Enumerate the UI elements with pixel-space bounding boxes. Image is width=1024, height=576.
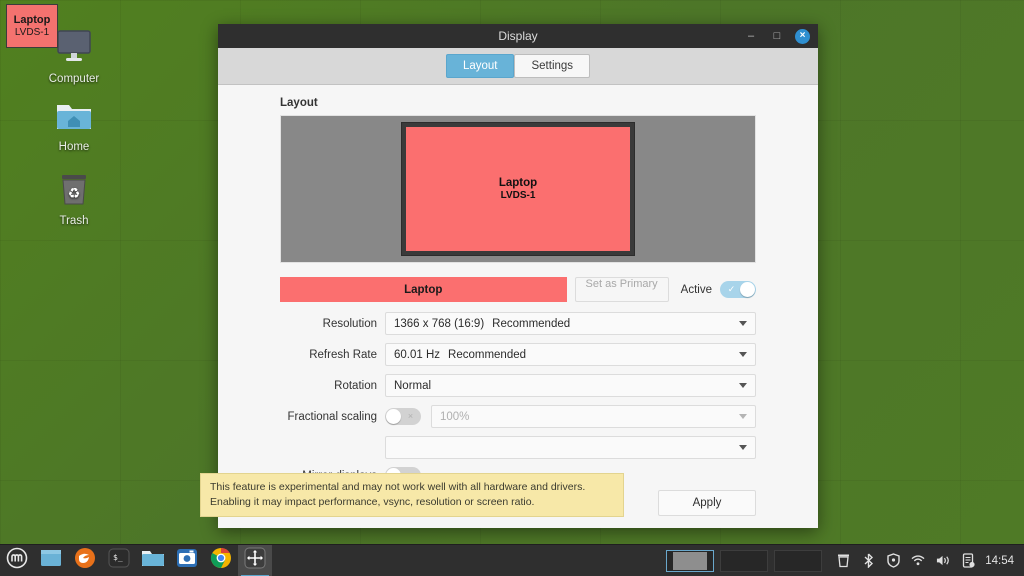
minimize-button[interactable]: –	[743, 28, 759, 44]
rotation-row: Rotation Normal	[280, 374, 756, 397]
rotation-label: Rotation	[280, 380, 385, 392]
workspace-switcher	[666, 550, 822, 572]
toggle-knob	[740, 282, 755, 297]
resolution-suffix: Recommended	[492, 318, 570, 330]
screenshot-icon	[176, 547, 198, 574]
obscured-field-select[interactable]	[385, 436, 756, 459]
toggle-knob	[386, 409, 401, 424]
resolution-row: Resolution 1366 x 768 (16:9) Recommended	[280, 312, 756, 335]
set-as-primary-button[interactable]: Set as Primary	[575, 277, 669, 302]
rotation-select[interactable]: Normal	[385, 374, 756, 397]
display-identifier-id: LVDS-1	[15, 27, 49, 39]
files-icon	[141, 548, 165, 573]
launcher-firefox[interactable]	[68, 545, 102, 576]
tab-settings[interactable]: Settings	[514, 54, 590, 78]
display-identifier-overlay: Laptop LVDS-1	[6, 4, 58, 48]
tooltip: This feature is experimental and may not…	[200, 473, 624, 517]
fractional-scaling-label: Fractional scaling	[280, 411, 385, 423]
refresh-rate-select[interactable]: 60.01 Hz Recommended	[385, 343, 756, 366]
chevron-down-icon	[739, 383, 747, 388]
monitor-name-bar[interactable]: Laptop	[280, 277, 567, 302]
wifi-icon[interactable]	[911, 553, 925, 568]
clock[interactable]: 14:54	[985, 555, 1024, 567]
monitor-header-row: Laptop Set as Primary Active ✓	[280, 277, 756, 302]
display-identifier-name: Laptop	[14, 14, 51, 27]
refresh-rate-value: 60.01 Hz	[394, 349, 440, 361]
obscured-field-row	[280, 436, 756, 459]
monitor-preview-name: Laptop	[499, 176, 537, 190]
launcher-window-list[interactable]	[34, 545, 68, 576]
tab-bar: Layout Settings	[218, 48, 818, 85]
apply-button[interactable]: Apply	[658, 490, 756, 516]
shield-icon[interactable]	[886, 553, 900, 568]
workspace-3[interactable]	[774, 550, 822, 572]
mint-menu-button[interactable]	[0, 547, 34, 574]
desktop-icon-label: Home	[28, 141, 120, 153]
active-label: Active	[681, 284, 712, 296]
workspace-1[interactable]	[666, 550, 714, 572]
desktop-icon-label: Computer	[28, 73, 120, 85]
firefox-icon	[74, 547, 96, 574]
resolution-label: Resolution	[280, 318, 385, 330]
chevron-down-icon	[739, 414, 747, 419]
launcher-terminal[interactable]: $_	[102, 545, 136, 576]
active-toggle[interactable]: ✓	[720, 281, 756, 298]
update-manager-icon[interactable]	[961, 553, 975, 568]
display-settings-window: Display – □ × Layout Settings Layout Lap…	[218, 24, 818, 528]
fractional-scaling-toggle[interactable]: ×	[385, 408, 421, 425]
fractional-scaling-select[interactable]: 100%	[431, 405, 756, 428]
trash-icon: ♻	[28, 168, 120, 212]
launcher-files[interactable]	[136, 545, 170, 576]
rotation-value: Normal	[394, 380, 431, 392]
monitor-preview-laptop[interactable]: Laptop LVDS-1	[402, 123, 634, 255]
chrome-icon	[210, 547, 232, 574]
refresh-rate-row: Refresh Rate 60.01 Hz Recommended	[280, 343, 756, 366]
mint-menu-icon	[6, 547, 28, 574]
bluetooth-icon[interactable]	[861, 553, 875, 568]
launcher-screenshot[interactable]	[170, 545, 204, 576]
window-list-icon	[40, 549, 62, 572]
monitor-controls: Laptop Set as Primary Active ✓ Resolutio…	[280, 277, 756, 484]
desktop-icon-home[interactable]: Home	[28, 94, 120, 153]
window-title: Display	[218, 29, 818, 43]
launcher-chrome[interactable]	[204, 545, 238, 576]
taskbar: $_	[0, 544, 1024, 576]
home-folder-icon	[28, 94, 120, 138]
page-title: Layout	[280, 97, 818, 109]
resolution-value: 1366 x 768 (16:9)	[394, 318, 484, 330]
desktop-icon-trash[interactable]: ♻ Trash	[28, 168, 120, 227]
terminal-icon: $_	[108, 547, 130, 574]
check-icon: ✓	[722, 281, 741, 298]
system-tray	[822, 553, 985, 568]
fractional-scaling-row: Fractional scaling × 100%	[280, 405, 756, 428]
window-controls: – □ ×	[743, 28, 818, 44]
maximize-button[interactable]: □	[769, 28, 785, 44]
refresh-rate-suffix: Recommended	[448, 349, 526, 361]
tab-layout[interactable]: Layout	[446, 54, 515, 78]
window-body: Layout Laptop LVDS-1 Laptop Set as Prima…	[218, 85, 818, 528]
chevron-down-icon	[739, 445, 747, 450]
chevron-down-icon	[739, 321, 747, 326]
chevron-down-icon	[739, 352, 747, 357]
fractional-scaling-value: 100%	[440, 411, 469, 423]
window-titlebar[interactable]: Display – □ ×	[218, 24, 818, 48]
layout-preview-canvas[interactable]: Laptop LVDS-1	[280, 115, 756, 263]
desktop-icon-label: Trash	[28, 215, 120, 227]
cross-icon: ×	[401, 408, 420, 425]
trash-tray-icon[interactable]	[836, 553, 850, 568]
workspace-2[interactable]	[720, 550, 768, 572]
refresh-rate-label: Refresh Rate	[280, 349, 385, 361]
svg-text:♻: ♻	[68, 186, 81, 202]
svg-text:$_: $_	[113, 553, 123, 562]
display-settings-icon	[244, 547, 266, 574]
launcher-display-settings[interactable]	[238, 545, 272, 576]
volume-icon[interactable]	[936, 553, 950, 568]
resolution-select[interactable]: 1366 x 768 (16:9) Recommended	[385, 312, 756, 335]
close-button[interactable]: ×	[795, 29, 810, 44]
monitor-preview-id: LVDS-1	[501, 190, 536, 203]
